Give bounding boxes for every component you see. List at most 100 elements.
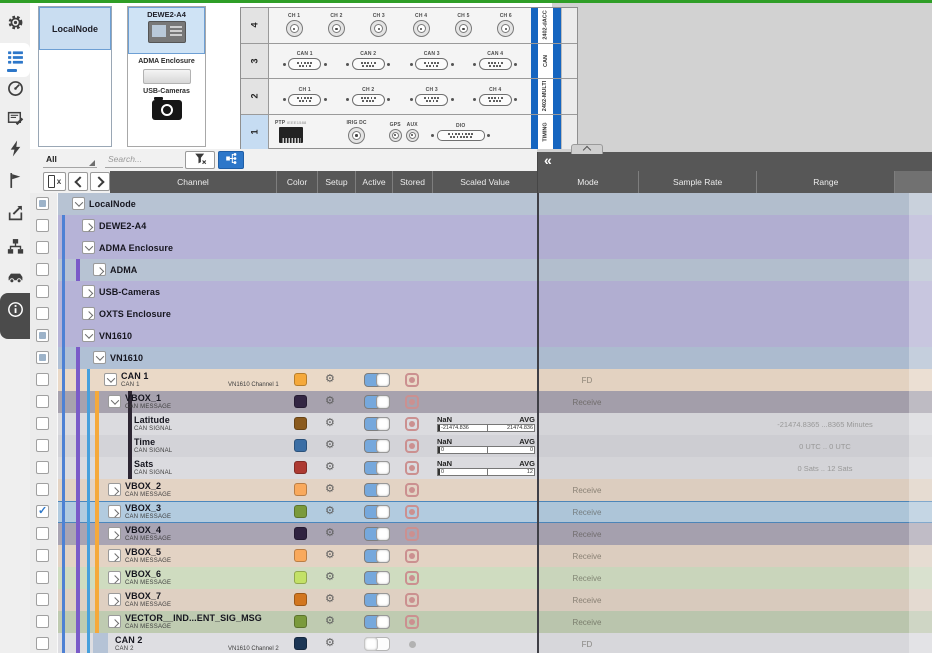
active-toggle[interactable] — [364, 571, 390, 585]
range-cell[interactable]: 0 UTC .. 0 UTC — [756, 435, 894, 457]
header-setup[interactable]: Setup — [317, 171, 355, 193]
collapse-node-icon[interactable] — [108, 395, 121, 408]
stored-indicator[interactable] — [405, 417, 419, 431]
mode-cell[interactable]: FD — [539, 633, 635, 653]
column-options-button[interactable]: x — [43, 172, 66, 191]
expand-node-icon[interactable] — [108, 593, 121, 606]
setup-gear-icon[interactable]: ⚙ — [325, 637, 335, 650]
channel-row[interactable]: VECTOR__IND...ENT_SIG_MSGCAN MESSAGE⚙Rec… — [30, 611, 932, 633]
row-checkbox[interactable] — [36, 219, 49, 232]
row-checkbox[interactable] — [36, 351, 49, 364]
collapse-node-icon[interactable] — [82, 329, 95, 342]
sidebar-item-export[interactable] — [0, 204, 30, 228]
row-checkbox[interactable] — [36, 593, 49, 606]
sidebar-item-info[interactable] — [0, 300, 30, 324]
sidebar-item-reporting[interactable] — [0, 109, 30, 133]
row-checkbox[interactable] — [36, 395, 49, 408]
stored-indicator[interactable] — [405, 527, 419, 541]
color-swatch[interactable] — [294, 439, 307, 452]
active-toggle[interactable] — [364, 549, 390, 563]
device-row[interactable]: ADMA Enclosure — [30, 237, 932, 259]
stored-indicator[interactable] — [405, 483, 419, 497]
active-toggle[interactable] — [364, 593, 390, 607]
expand-node-icon[interactable] — [82, 307, 95, 320]
mode-cell[interactable]: Receive — [539, 545, 635, 567]
device-row[interactable]: LocalNode — [30, 193, 932, 215]
active-toggle[interactable] — [364, 395, 390, 409]
expand-node-icon[interactable] — [82, 219, 95, 232]
color-swatch[interactable] — [294, 637, 307, 650]
stored-indicator[interactable] — [405, 637, 419, 651]
expand-node-icon[interactable] — [108, 527, 121, 540]
slot-number[interactable]: 3 — [241, 44, 269, 79]
collapse-node-icon[interactable] — [93, 351, 106, 364]
mode-cell[interactable]: Receive — [539, 611, 635, 633]
row-checkbox[interactable] — [36, 197, 49, 210]
channel-row[interactable]: CAN 1CAN 1VN1610 Channel 1⚙FD — [30, 369, 932, 391]
mode-cell[interactable]: FD — [539, 369, 635, 391]
expand-node-icon[interactable] — [93, 263, 106, 276]
collapse-node-icon[interactable] — [82, 241, 95, 254]
filter-scope-dropdown[interactable]: All — [43, 151, 97, 168]
row-checkbox[interactable] — [36, 439, 49, 452]
channel-row[interactable]: VBOX_4CAN MESSAGE⚙Receive — [30, 523, 932, 545]
stored-indicator[interactable] — [405, 439, 419, 453]
setup-gear-icon[interactable]: ⚙ — [325, 571, 335, 584]
device-row[interactable]: VN1610 — [30, 325, 932, 347]
sidebar-item-measurement[interactable] — [0, 79, 30, 103]
color-swatch[interactable] — [294, 505, 307, 518]
range-cell[interactable]: 0 Sats .. 12 Sats — [756, 457, 894, 479]
stored-indicator[interactable] — [405, 395, 419, 409]
stored-indicator[interactable] — [405, 571, 419, 585]
slot-number[interactable]: 2 — [241, 79, 269, 114]
active-toggle[interactable] — [364, 505, 390, 519]
setup-gear-icon[interactable]: ⚙ — [325, 483, 335, 496]
expand-node-icon[interactable] — [108, 615, 121, 628]
clear-filter-button[interactable] — [185, 151, 215, 169]
header-range[interactable]: Range — [756, 171, 894, 193]
row-checkbox[interactable] — [36, 417, 49, 430]
device-row[interactable]: ADMA — [30, 259, 932, 281]
active-toggle[interactable] — [364, 483, 390, 497]
sidebar-item-network[interactable] — [0, 237, 30, 261]
setup-gear-icon[interactable]: ⚙ — [325, 461, 335, 474]
channel-row[interactable]: VBOX_7CAN MESSAGE⚙Receive — [30, 589, 932, 611]
collapse-panel-button[interactable]: « — [544, 152, 551, 168]
header-scaled-value[interactable]: Scaled Value — [432, 171, 537, 193]
active-toggle[interactable] — [364, 637, 390, 651]
range-cell[interactable]: -21474.8365 ...8365 Minutes — [756, 413, 894, 435]
color-swatch[interactable] — [294, 395, 307, 408]
stored-indicator[interactable] — [405, 615, 419, 629]
active-toggle[interactable] — [364, 439, 390, 453]
setup-gear-icon[interactable]: ⚙ — [325, 373, 335, 386]
row-checkbox[interactable] — [36, 549, 49, 562]
mode-cell[interactable]: Receive — [539, 589, 635, 611]
active-toggle[interactable] — [364, 417, 390, 431]
header-channel[interactable]: Channel — [110, 171, 276, 193]
setup-gear-icon[interactable]: ⚙ — [325, 615, 335, 628]
mode-cell[interactable]: Receive — [539, 479, 635, 501]
header-stored[interactable]: Stored — [392, 171, 432, 193]
channel-row[interactable]: VBOX_6CAN MESSAGE⚙Receive — [30, 567, 932, 589]
setup-gear-icon[interactable]: ⚙ — [325, 593, 335, 606]
panel-expand-tab[interactable] — [571, 144, 603, 154]
slot-number[interactable]: 4 — [241, 8, 269, 43]
expand-node-icon[interactable] — [108, 571, 121, 584]
sidebar-item-channel-list[interactable] — [0, 48, 30, 72]
expand-node-icon[interactable] — [108, 483, 121, 496]
channel-row[interactable]: VBOX_5CAN MESSAGE⚙Receive — [30, 545, 932, 567]
setup-gear-icon[interactable]: ⚙ — [325, 417, 335, 430]
row-checkbox[interactable] — [36, 263, 49, 276]
device-row[interactable]: USB-Cameras — [30, 281, 932, 303]
usb-cameras-item[interactable]: USB-Cameras — [128, 84, 205, 120]
active-toggle[interactable] — [364, 373, 390, 387]
row-checkbox[interactable] — [36, 373, 49, 386]
row-checkbox[interactable] — [36, 483, 49, 496]
row-checkbox[interactable] — [36, 637, 49, 650]
setup-gear-icon[interactable]: ⚙ — [325, 549, 335, 562]
color-swatch[interactable] — [294, 417, 307, 430]
sidebar-item-settings[interactable] — [0, 13, 30, 37]
mode-cell[interactable]: Receive — [539, 501, 635, 523]
header-color[interactable]: Color — [276, 171, 317, 193]
signal-row[interactable]: SatsCAN SIGNAL⚙NaNAVG0120 Sats .. 12 Sat… — [30, 457, 932, 479]
